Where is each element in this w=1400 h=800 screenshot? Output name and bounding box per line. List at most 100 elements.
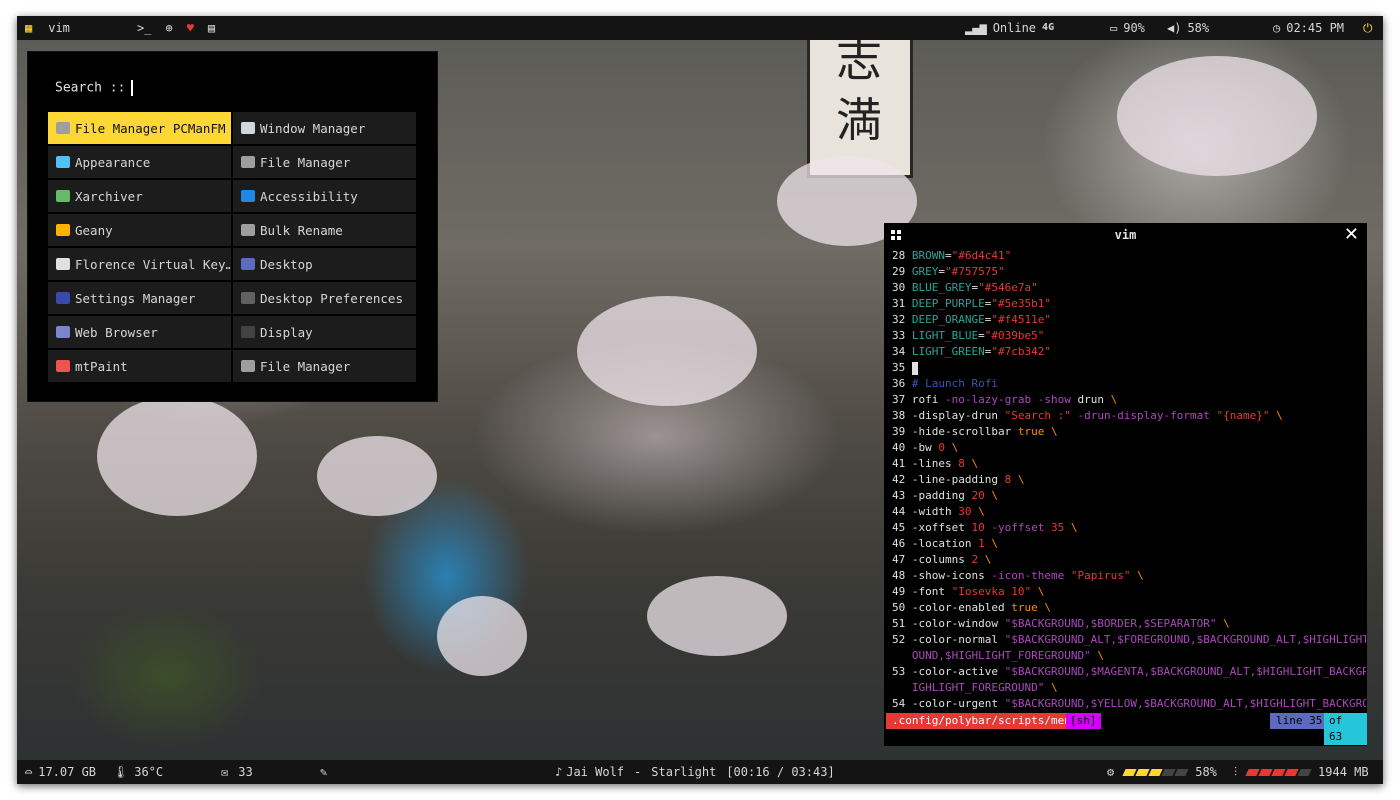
top-bar: ▦ vim >_ ⊕ ♥ ▤ ▂▄▆ Online 4G ▭ 90% ◀) 58… (17, 16, 1383, 40)
keyboard-icon (56, 258, 70, 270)
code-token: -lines (911, 457, 959, 470)
memory-meter (1245, 760, 1312, 784)
rofi-launcher[interactable]: Search :: File Manager PCManFM Window Man… (27, 51, 438, 402)
code-token: -location (911, 537, 979, 550)
temperature-module[interactable]: 🌡 36°C (113, 760, 163, 784)
clock-module[interactable]: ◷ 02:45 PM (1273, 16, 1344, 40)
code-line[interactable]: 37 rofi -no-lazy-grab -show drun \ (892, 392, 1366, 408)
rofi-item[interactable]: Appearance (48, 146, 231, 178)
rofi-item[interactable]: File Manager (233, 146, 416, 178)
rofi-item[interactable]: Florence Virtual Key… (48, 248, 231, 280)
code-token: "Search :" (1004, 409, 1071, 422)
terminal-icon[interactable]: >_ (137, 16, 151, 40)
cpu-module[interactable]: ⚙ 58% (1107, 760, 1217, 784)
status-filetype: [sh] (1066, 713, 1101, 729)
table-icon[interactable]: ▤ (208, 16, 215, 40)
rofi-item[interactable]: Geany (48, 214, 231, 246)
code-line[interactable]: 47 -columns 2 \ (892, 552, 1366, 568)
volume-module[interactable]: ◀) 58% (1167, 16, 1209, 40)
code-line[interactable]: 50 -color-enabled true \ (892, 600, 1366, 616)
code-line[interactable]: 44 -width 30 \ (892, 504, 1366, 520)
launcher-icons: >_ ⊕ ♥ ▤ (137, 16, 215, 40)
code-line[interactable]: 36 # Launch Rofi (892, 376, 1366, 392)
code-line[interactable]: 31 DEEP_PURPLE="#5e35b1" (892, 296, 1366, 312)
vim-titlebar[interactable]: vim ✕ (884, 223, 1367, 247)
cpu-icon: ⚙ (1107, 765, 1115, 779)
rofi-item[interactable]: Web Browser (48, 316, 231, 348)
line-number: 43 (892, 489, 906, 502)
code-line[interactable]: OUND,$HIGHLIGHT_FOREGROUND" \ (892, 648, 1366, 664)
memory-module[interactable]: ⫶ 1944 MB (1234, 760, 1369, 784)
code-token: \ (1097, 649, 1104, 662)
code-line[interactable]: 32 DEEP_ORANGE="#f4511e" (892, 312, 1366, 328)
code-line[interactable]: 29 GREY="#757575" (892, 264, 1366, 280)
file-manager-icon (241, 360, 255, 372)
close-icon[interactable]: ✕ (1344, 224, 1359, 245)
code-line[interactable]: 46 -location 1 \ (892, 536, 1366, 552)
line-number: 52 (892, 633, 906, 646)
code-line[interactable]: 28 BROWN="#6d4c41" (892, 248, 1366, 264)
code-line[interactable]: 41 -lines 8 \ (892, 456, 1366, 472)
rofi-item[interactable]: Desktop (233, 248, 416, 280)
music-title: Starlight (651, 765, 717, 779)
code-line[interactable]: 48 -show-icons -icon-theme "Papirus" \ (892, 568, 1366, 584)
bottom-bar: ⌓ 17.07 GB 🌡 36°C ✉ 33 ✎ ♪ Jai Wolf - St… (17, 760, 1383, 784)
wallpaper-blossom (647, 576, 787, 656)
globe-icon[interactable]: ⊕ (165, 16, 172, 40)
line-number: 31 (892, 297, 906, 310)
code-line[interactable]: 40 -bw 0 \ (892, 440, 1366, 456)
code-token: 10 (971, 521, 985, 534)
code-line[interactable]: 49 -font "Iosevka 10" \ (892, 584, 1366, 600)
rofi-item[interactable]: Desktop Preferences (233, 282, 416, 314)
workspace-module[interactable]: ▦ vim (25, 16, 70, 40)
code-line[interactable]: 52 -color-normal "$BACKGROUND_ALT,$FOREG… (892, 632, 1366, 648)
disk-module[interactable]: ⌓ 17.07 GB (25, 760, 96, 784)
code-line[interactable]: 34 LIGHT_GREEN="#7cb342" (892, 344, 1366, 360)
code-line[interactable]: 39 -hide-scrollbar true \ (892, 424, 1366, 440)
code-line[interactable]: IGHLIGHT_FOREGROUND" \ (892, 680, 1366, 696)
mail-module[interactable]: ✉ 33 (221, 760, 253, 784)
status-of: of 63 (1324, 713, 1367, 745)
code-line[interactable]: 45 -xoffset 10 -yoffset 35 \ (892, 520, 1366, 536)
code-line[interactable]: 51 -color-window "$BACKGROUND,$BORDER,$S… (892, 616, 1366, 632)
rofi-item[interactable]: File Manager (233, 350, 416, 382)
feather-module[interactable]: ✎ (320, 760, 327, 784)
apps-grid-icon[interactable]: ▦ (25, 16, 32, 40)
mail-count: 33 (238, 765, 253, 779)
code-token: \ (978, 505, 985, 518)
battery-module[interactable]: ▭ 90% (1110, 16, 1145, 40)
rofi-item[interactable]: Xarchiver (48, 180, 231, 212)
power-button[interactable]: ⏻ (1363, 16, 1373, 40)
rofi-search[interactable]: Search :: (55, 80, 134, 96)
clock-time: 02:45 PM (1286, 21, 1345, 35)
rofi-item[interactable]: Bulk Rename (233, 214, 416, 246)
vim-buffer[interactable]: 28 BROWN="#6d4c41" 29 GREY="#757575" 30 BL… (892, 248, 1366, 712)
code-line[interactable]: 30 BLUE_GREY="#546e7a" (892, 280, 1366, 296)
code-line[interactable]: 53 -color-active "$BACKGROUND,$MAGENTA,$… (892, 664, 1366, 680)
music-separator: - (634, 765, 642, 779)
rofi-item-label: Appearance (75, 154, 151, 170)
rofi-item[interactable]: mtPaint (48, 350, 231, 382)
rofi-item[interactable]: Window Manager (233, 112, 416, 144)
vim-window[interactable]: vim ✕ 28 BROWN="#6d4c41" 29 GREY="#757575… (884, 223, 1367, 746)
music-module[interactable]: ♪ Jai Wolf - Starlight [00:16 / 03:43] (555, 760, 835, 784)
code-token: 20 (971, 489, 985, 502)
code-line[interactable]: 38 -display-drun "Search :" -drun-displa… (892, 408, 1366, 424)
rofi-item[interactable]: File Manager PCManFM (48, 112, 231, 144)
rofi-item[interactable]: Accessibility (233, 180, 416, 212)
code-line[interactable]: 54 -color-urgent "$BACKGROUND,$YELLOW,$B… (892, 696, 1366, 712)
code-token: -color-active (911, 665, 1005, 678)
code-token: "$BACKGROUND,$YELLOW,$BACKGROUND_ALT,$HI… (1004, 697, 1366, 710)
code-line[interactable]: 35 (892, 360, 1366, 376)
rofi-item[interactable]: Display (233, 316, 416, 348)
feather-icon[interactable]: ✎ (320, 760, 327, 784)
code-line[interactable]: 33 LIGHT_BLUE="#039be5" (892, 328, 1366, 344)
code-line[interactable]: 42 -line-padding 8 \ (892, 472, 1366, 488)
rofi-item[interactable]: Settings Manager (48, 282, 231, 314)
power-icon[interactable]: ⏻ (1363, 16, 1373, 40)
file-manager-icon[interactable]: ♥ (187, 16, 194, 40)
code-line[interactable]: 43 -padding 20 \ (892, 488, 1366, 504)
network-module[interactable]: ▂▄▆ Online 4G (965, 16, 1054, 40)
